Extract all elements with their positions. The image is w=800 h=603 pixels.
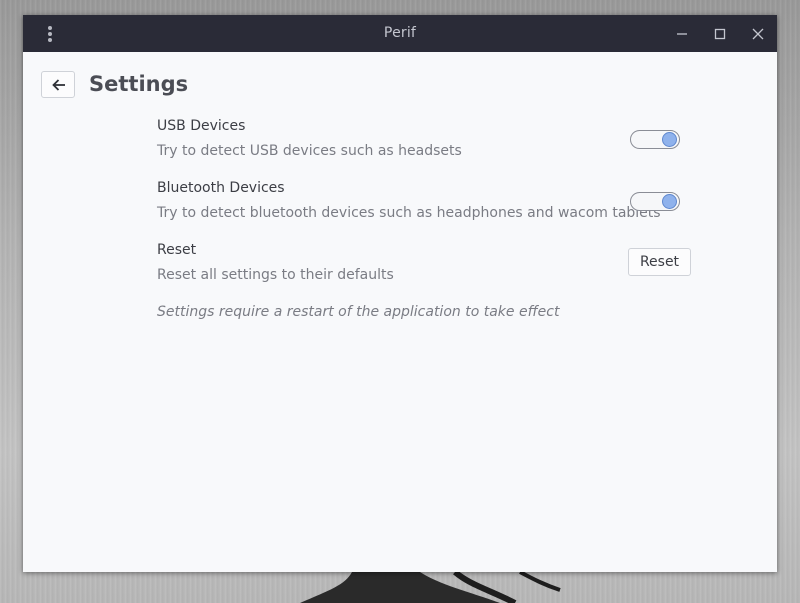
title-bar: Perif: [23, 15, 777, 52]
back-button[interactable]: [41, 71, 75, 98]
usb-devices-switch[interactable]: [630, 130, 680, 149]
reset-title: Reset: [157, 242, 197, 258]
restart-note: Settings require a restart of the applic…: [157, 304, 560, 320]
bluetooth-devices-description: Try to detect bluetooth devices such as …: [157, 205, 661, 221]
usb-devices-title: USB Devices: [157, 118, 246, 134]
close-icon[interactable]: [748, 24, 768, 44]
switch-knob: [662, 132, 677, 147]
switch-knob: [662, 194, 677, 209]
reset-button[interactable]: Reset: [628, 248, 691, 276]
usb-devices-description: Try to detect USB devices such as headse…: [157, 143, 462, 159]
maximize-icon[interactable]: [710, 24, 730, 44]
arrow-left-icon: [52, 79, 65, 91]
bluetooth-devices-switch[interactable]: [630, 192, 680, 211]
app-window: Perif Settings USB Devices Try to detect…: [23, 15, 777, 572]
minimize-icon[interactable]: [672, 24, 692, 44]
reset-description: Reset all settings to their defaults: [157, 267, 394, 283]
page-title: Settings: [89, 72, 189, 96]
window-title: Perif: [383, 25, 417, 41]
bluetooth-devices-title: Bluetooth Devices: [157, 180, 285, 196]
